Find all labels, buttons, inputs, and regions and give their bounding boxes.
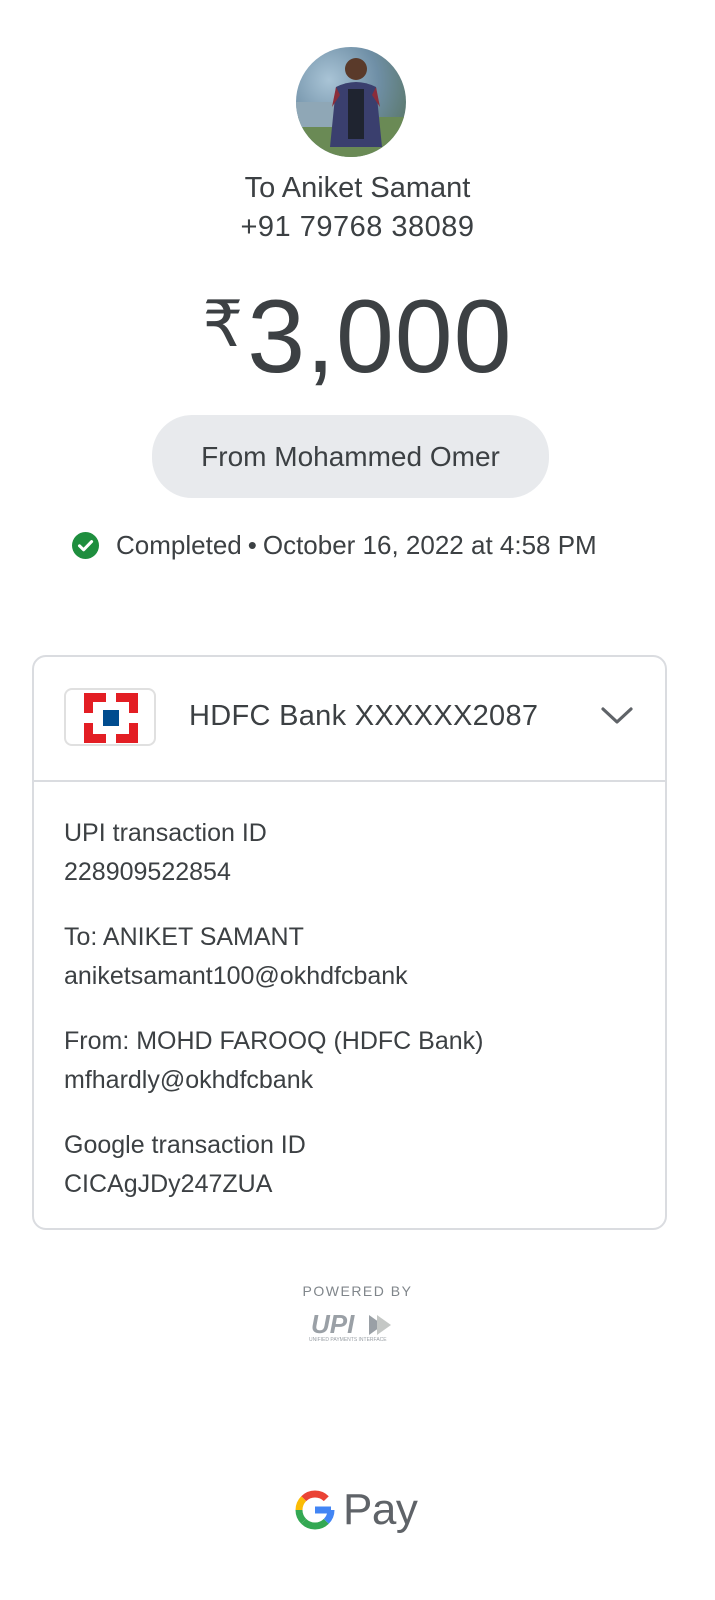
google-g-icon bbox=[295, 1490, 335, 1530]
detail-value: 228909522854 bbox=[64, 858, 231, 886]
detail-key: Google transaction ID bbox=[64, 1131, 306, 1159]
hdfc-bank-logo-icon bbox=[64, 688, 156, 746]
detail-row-google-id: Google transaction ID CICAgJDy247ZUA bbox=[64, 1126, 665, 1204]
amount-value: 3,000 bbox=[247, 279, 513, 395]
transaction-details-list: UPI transaction ID 228909522854 To: ANIK… bbox=[34, 782, 665, 1204]
recipient-phone: +91 79768 38089 bbox=[240, 211, 475, 243]
status-datetime: October 16, 2022 at 4:58 PM bbox=[262, 530, 597, 560]
detail-value: CICAgJDy247ZUA bbox=[64, 1170, 273, 1198]
upi-logo-icon: UPI UNIFIED PAYMENTS INTERFACE bbox=[309, 1309, 391, 1343]
transaction-status: Completed • October 16, 2022 at 4:58 PM bbox=[72, 530, 597, 561]
bank-account-row[interactable]: HDFC Bank XXXXXX2087 bbox=[34, 657, 665, 782]
status-separator: • bbox=[247, 530, 257, 560]
upi-tagline: UNIFIED PAYMENTS INTERFACE bbox=[309, 1337, 387, 1343]
powered-by-label: POWERED BY bbox=[302, 1283, 413, 1299]
detail-value: mfhardly@okhdfcbank bbox=[64, 1066, 314, 1094]
payment-note-pill: From Mohammed Omer bbox=[152, 415, 549, 498]
currency-symbol: ₹ bbox=[202, 288, 244, 360]
bank-account-label: HDFC Bank XXXXXX2087 bbox=[189, 700, 539, 732]
detail-value: aniketsamant100@okhdfcbank bbox=[64, 962, 408, 990]
detail-key: From: MOHD FAROOQ (HDFC Bank) bbox=[64, 1027, 484, 1055]
recipient-name: To Aniket Samant bbox=[244, 172, 471, 204]
detail-key: To: ANIKET SAMANT bbox=[64, 923, 304, 951]
status-label: Completed bbox=[116, 530, 242, 560]
recipient-avatar bbox=[296, 47, 406, 157]
gpay-wordmark: Pay bbox=[343, 1485, 418, 1534]
detail-key: UPI transaction ID bbox=[64, 819, 267, 847]
chevron-down-icon[interactable] bbox=[600, 705, 634, 727]
detail-row-from: From: MOHD FAROOQ (HDFC Bank) mfhardly@o… bbox=[64, 1022, 665, 1100]
transaction-details-card: HDFC Bank XXXXXX2087 UPI transaction ID … bbox=[32, 655, 667, 1230]
check-circle-icon bbox=[72, 532, 99, 559]
detail-row-upi-id: UPI transaction ID 228909522854 bbox=[64, 814, 665, 892]
google-pay-logo: Pay bbox=[295, 1485, 418, 1535]
upi-mark: UPI bbox=[311, 1309, 355, 1339]
detail-row-to: To: ANIKET SAMANT aniketsamant100@okhdfc… bbox=[64, 918, 665, 996]
payment-amount: ₹3,000 bbox=[0, 278, 715, 397]
